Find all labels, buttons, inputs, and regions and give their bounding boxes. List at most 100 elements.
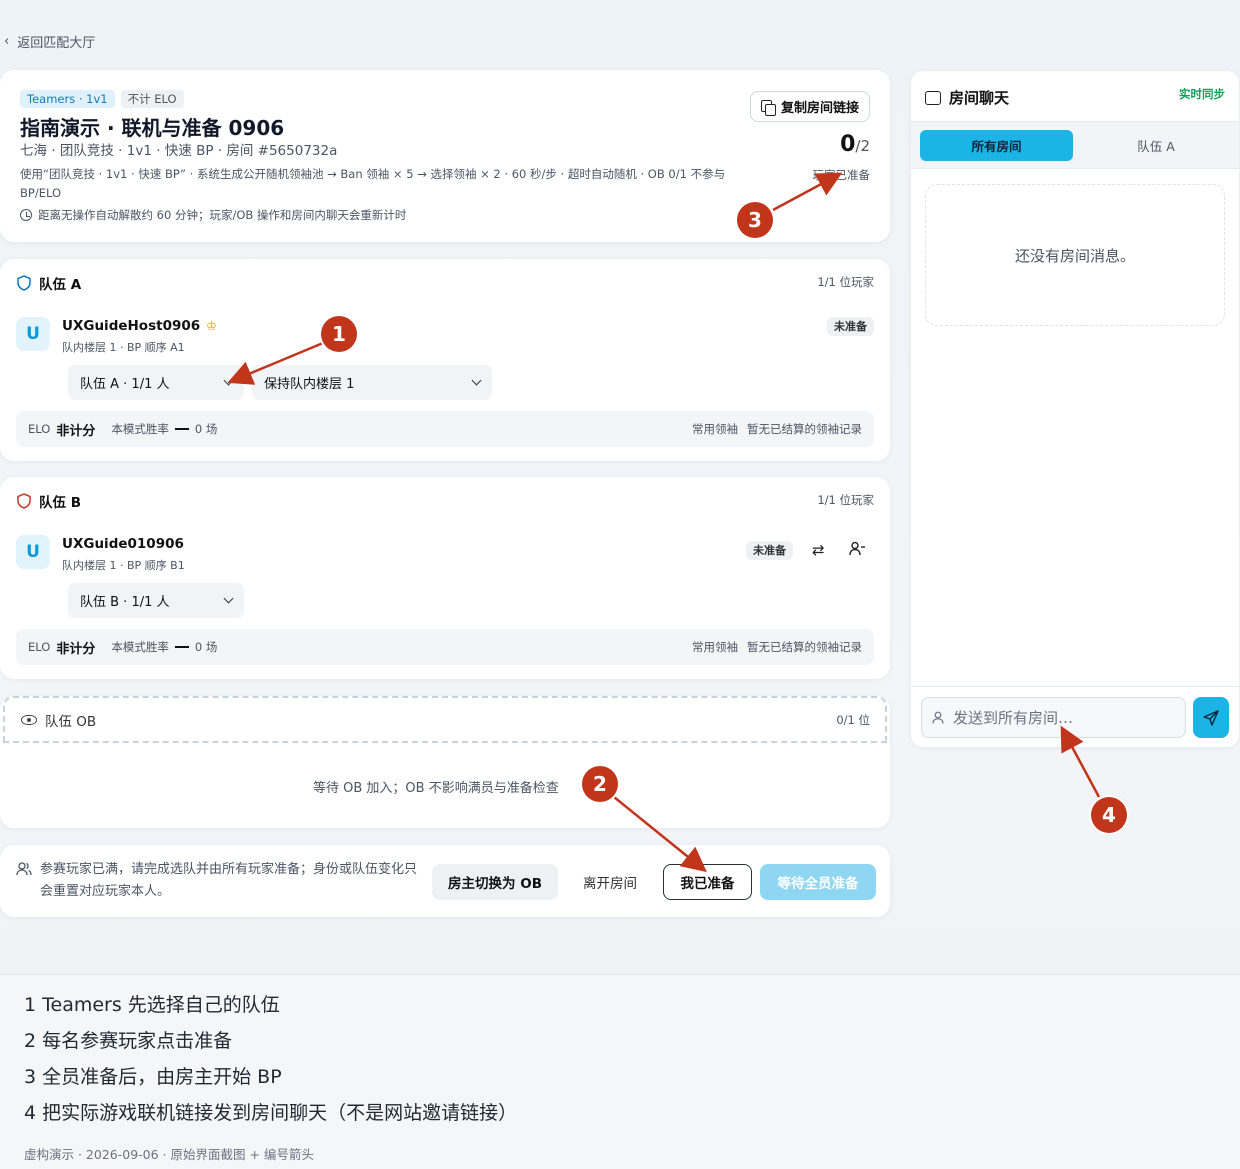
team-ob-name: 队伍 OB: [45, 713, 97, 730]
team-ob-message: 等待 OB 加入；OB 不影响满员与准备检查: [313, 781, 559, 796]
send-button[interactable]: [1193, 697, 1229, 738]
player-name-text: UXGuide010906: [62, 536, 184, 552]
guide-step: 4 把实际游戏联机链接发到房间聊天（不是网站邀请链接）: [24, 1102, 518, 1124]
kick-player-icon[interactable]: [849, 541, 866, 560]
winrate-dash: [174, 646, 189, 648]
chevron-down-icon: [471, 375, 482, 386]
team-ob-header: 队伍 OB: [3, 696, 887, 743]
player-name: UXGuideHost0906 ♔: [62, 318, 217, 334]
action-message-text: 参赛玩家已满，请完成选队并由所有玩家准备；身份或队伍变化只会重置对应玩家本人。: [40, 862, 418, 899]
room-subtitle: 七海 · 团队竞技 · 1v1 · 快速 BP · 房间 #5650732a: [20, 143, 338, 159]
sync-status: 实时同步: [1179, 87, 1225, 101]
elo-tag: 不计 ELO: [120, 90, 184, 108]
room-title: 指南演示 · 联机与准备 0906: [20, 116, 285, 140]
ready-count-total: /2: [855, 137, 870, 155]
users-icon: [16, 862, 32, 876]
room-tags: Teamers · 1v1 不计 ELO: [20, 90, 184, 108]
winrate-label: 本模式胜率: [111, 422, 169, 436]
leave-room-button[interactable]: 离开房间: [566, 864, 654, 900]
team-ob-count: 0/1 位: [836, 713, 870, 727]
elo-bar: ELO 非计分 本模式胜率 0 场 常用领袖 暂无已结算的领袖记录: [16, 411, 874, 447]
guide-footer: 1 Teamers 先选择自己的队伍 2 每名参赛玩家点击准备 3 全员准备后，…: [0, 974, 1240, 1169]
shield-icon: [17, 275, 31, 291]
team-select-value: 队伍 A · 1/1 人: [80, 377, 170, 392]
clock-icon: [20, 209, 32, 221]
tab-team-a[interactable]: 队伍 A: [1081, 130, 1231, 161]
team-a-card: 队伍 A 1/1 位玩家 U UXGuideHost0906 ♔ 队内楼层 1 …: [0, 259, 890, 461]
action-message: 参赛玩家已满，请完成选队并由所有玩家准备；身份或队伍变化只会重置对应玩家本人。: [16, 859, 426, 903]
player-meta: 队内楼层 1 · BP 顺序 A1: [62, 341, 185, 354]
leader-label: 常用领袖: [692, 640, 738, 654]
annotation-marker-4: 4: [1091, 797, 1127, 833]
team-b-name: 队伍 B: [39, 495, 81, 511]
leader-value: 暂无已结算的领袖记录: [747, 640, 862, 654]
team-b-card: 队伍 B 1/1 位玩家 U UXGuide010906 队内楼层 1 · BP…: [0, 477, 890, 679]
chat-title: 房间聊天: [925, 87, 1009, 108]
winrate-label: 本模式胜率: [111, 640, 169, 654]
copy-room-link-button[interactable]: 复制房间链接: [749, 91, 870, 122]
swap-icon[interactable]: ⇄: [812, 541, 825, 559]
chat-empty-state: 还没有房间消息。: [925, 184, 1225, 326]
winrate-games: 0 场: [194, 640, 218, 654]
chevron-left-icon: ‹: [4, 34, 10, 49]
back-label: 返回匹配大厅: [17, 36, 96, 51]
avatar: U: [16, 535, 50, 569]
chat-divider: [911, 686, 1239, 687]
wait-all-ready-button: 等待全员准备: [760, 864, 876, 900]
player-name: UXGuide010906: [62, 536, 184, 552]
action-bar: 参赛玩家已满，请完成选队并由所有玩家准备；身份或队伍变化只会重置对应玩家本人。 …: [0, 845, 890, 917]
status-badge: 未准备: [827, 317, 874, 336]
winrate-games: 0 场: [194, 422, 218, 436]
room-chat-panel: 房间聊天 实时同步 所有房间 队伍 A 还没有房间消息。 发送到所有房间…: [911, 71, 1239, 747]
player-name-text: UXGuideHost0906: [62, 318, 201, 334]
elo-label: ELO: [28, 422, 51, 436]
mode-tag: Teamers · 1v1: [20, 90, 115, 108]
ready-count-value: 0: [840, 132, 856, 157]
idle-notice: 距离无操作自动解散约 60 分钟；玩家/OB 操作和房间内聊天会重新计时: [20, 207, 406, 223]
ready-button[interactable]: 我已准备: [663, 864, 752, 900]
copy-room-link-label: 复制房间链接: [780, 101, 859, 116]
chat-bubble-icon: [925, 90, 941, 105]
chevron-down-icon: [223, 375, 234, 386]
copy-icon: [760, 99, 776, 116]
avatar: U: [16, 317, 50, 351]
team-b-header: 队伍 B: [17, 491, 81, 511]
floor-select[interactable]: 保持队内楼层 1: [252, 365, 492, 400]
user-icon: [932, 711, 944, 724]
team-a-count: 1/1 位玩家: [817, 275, 874, 289]
eye-icon: [21, 714, 37, 725]
back-to-lobby-link[interactable]: ‹ 返回匹配大厅: [4, 32, 95, 51]
ready-count: 0/2: [840, 132, 870, 157]
chat-tabs: 所有房间 队伍 A: [911, 121, 1239, 169]
elo-value: 非计分: [56, 641, 96, 657]
leader-value: 暂无已结算的领袖记录: [747, 422, 862, 436]
guide-caption: 虚构演示 · 2026-09-06 · 原始界面截图 + 编号箭头: [24, 1147, 314, 1162]
annotation-marker-1: 1: [321, 316, 357, 352]
player-meta: 队内楼层 1 · BP 顺序 B1: [62, 559, 185, 572]
elo-label: ELO: [28, 640, 51, 654]
winrate-dash: [174, 428, 189, 430]
team-ob-card: 队伍 OB 0/1 位 等待 OB 加入；OB 不影响满员与准备检查: [0, 696, 890, 828]
floor-select-value: 保持队内楼层 1: [264, 377, 355, 392]
chat-input[interactable]: 发送到所有房间…: [921, 697, 1186, 738]
team-select[interactable]: 队伍 B · 1/1 人: [68, 583, 244, 618]
team-select-value: 队伍 B · 1/1 人: [80, 595, 170, 610]
team-b-count: 1/1 位玩家: [817, 493, 874, 507]
chat-title-text: 房间聊天: [949, 89, 1010, 107]
leader-label: 常用领袖: [692, 422, 738, 436]
team-a-header: 队伍 A: [17, 273, 81, 293]
shield-icon: [17, 493, 31, 509]
switch-to-ob-button[interactable]: 房主切换为 OB: [432, 864, 558, 900]
tab-all-rooms[interactable]: 所有房间: [920, 130, 1073, 161]
elo-bar: ELO 非计分 本模式胜率 0 场 常用领袖 暂无已结算的领袖记录: [16, 629, 874, 665]
chat-input-placeholder: 发送到所有房间…: [953, 709, 1074, 727]
team-select[interactable]: 队伍 A · 1/1 人: [68, 365, 244, 400]
annotation-marker-2: 2: [582, 766, 618, 802]
guide-step: 3 全员准备后，由房主开始 BP: [24, 1066, 282, 1088]
crown-icon: ♔: [206, 319, 217, 333]
send-icon: [1203, 709, 1219, 726]
status-badge: 未准备: [746, 541, 793, 560]
team-a-name: 队伍 A: [39, 277, 82, 293]
annotation-marker-3: 3: [737, 202, 773, 238]
elo-value: 非计分: [56, 423, 96, 439]
